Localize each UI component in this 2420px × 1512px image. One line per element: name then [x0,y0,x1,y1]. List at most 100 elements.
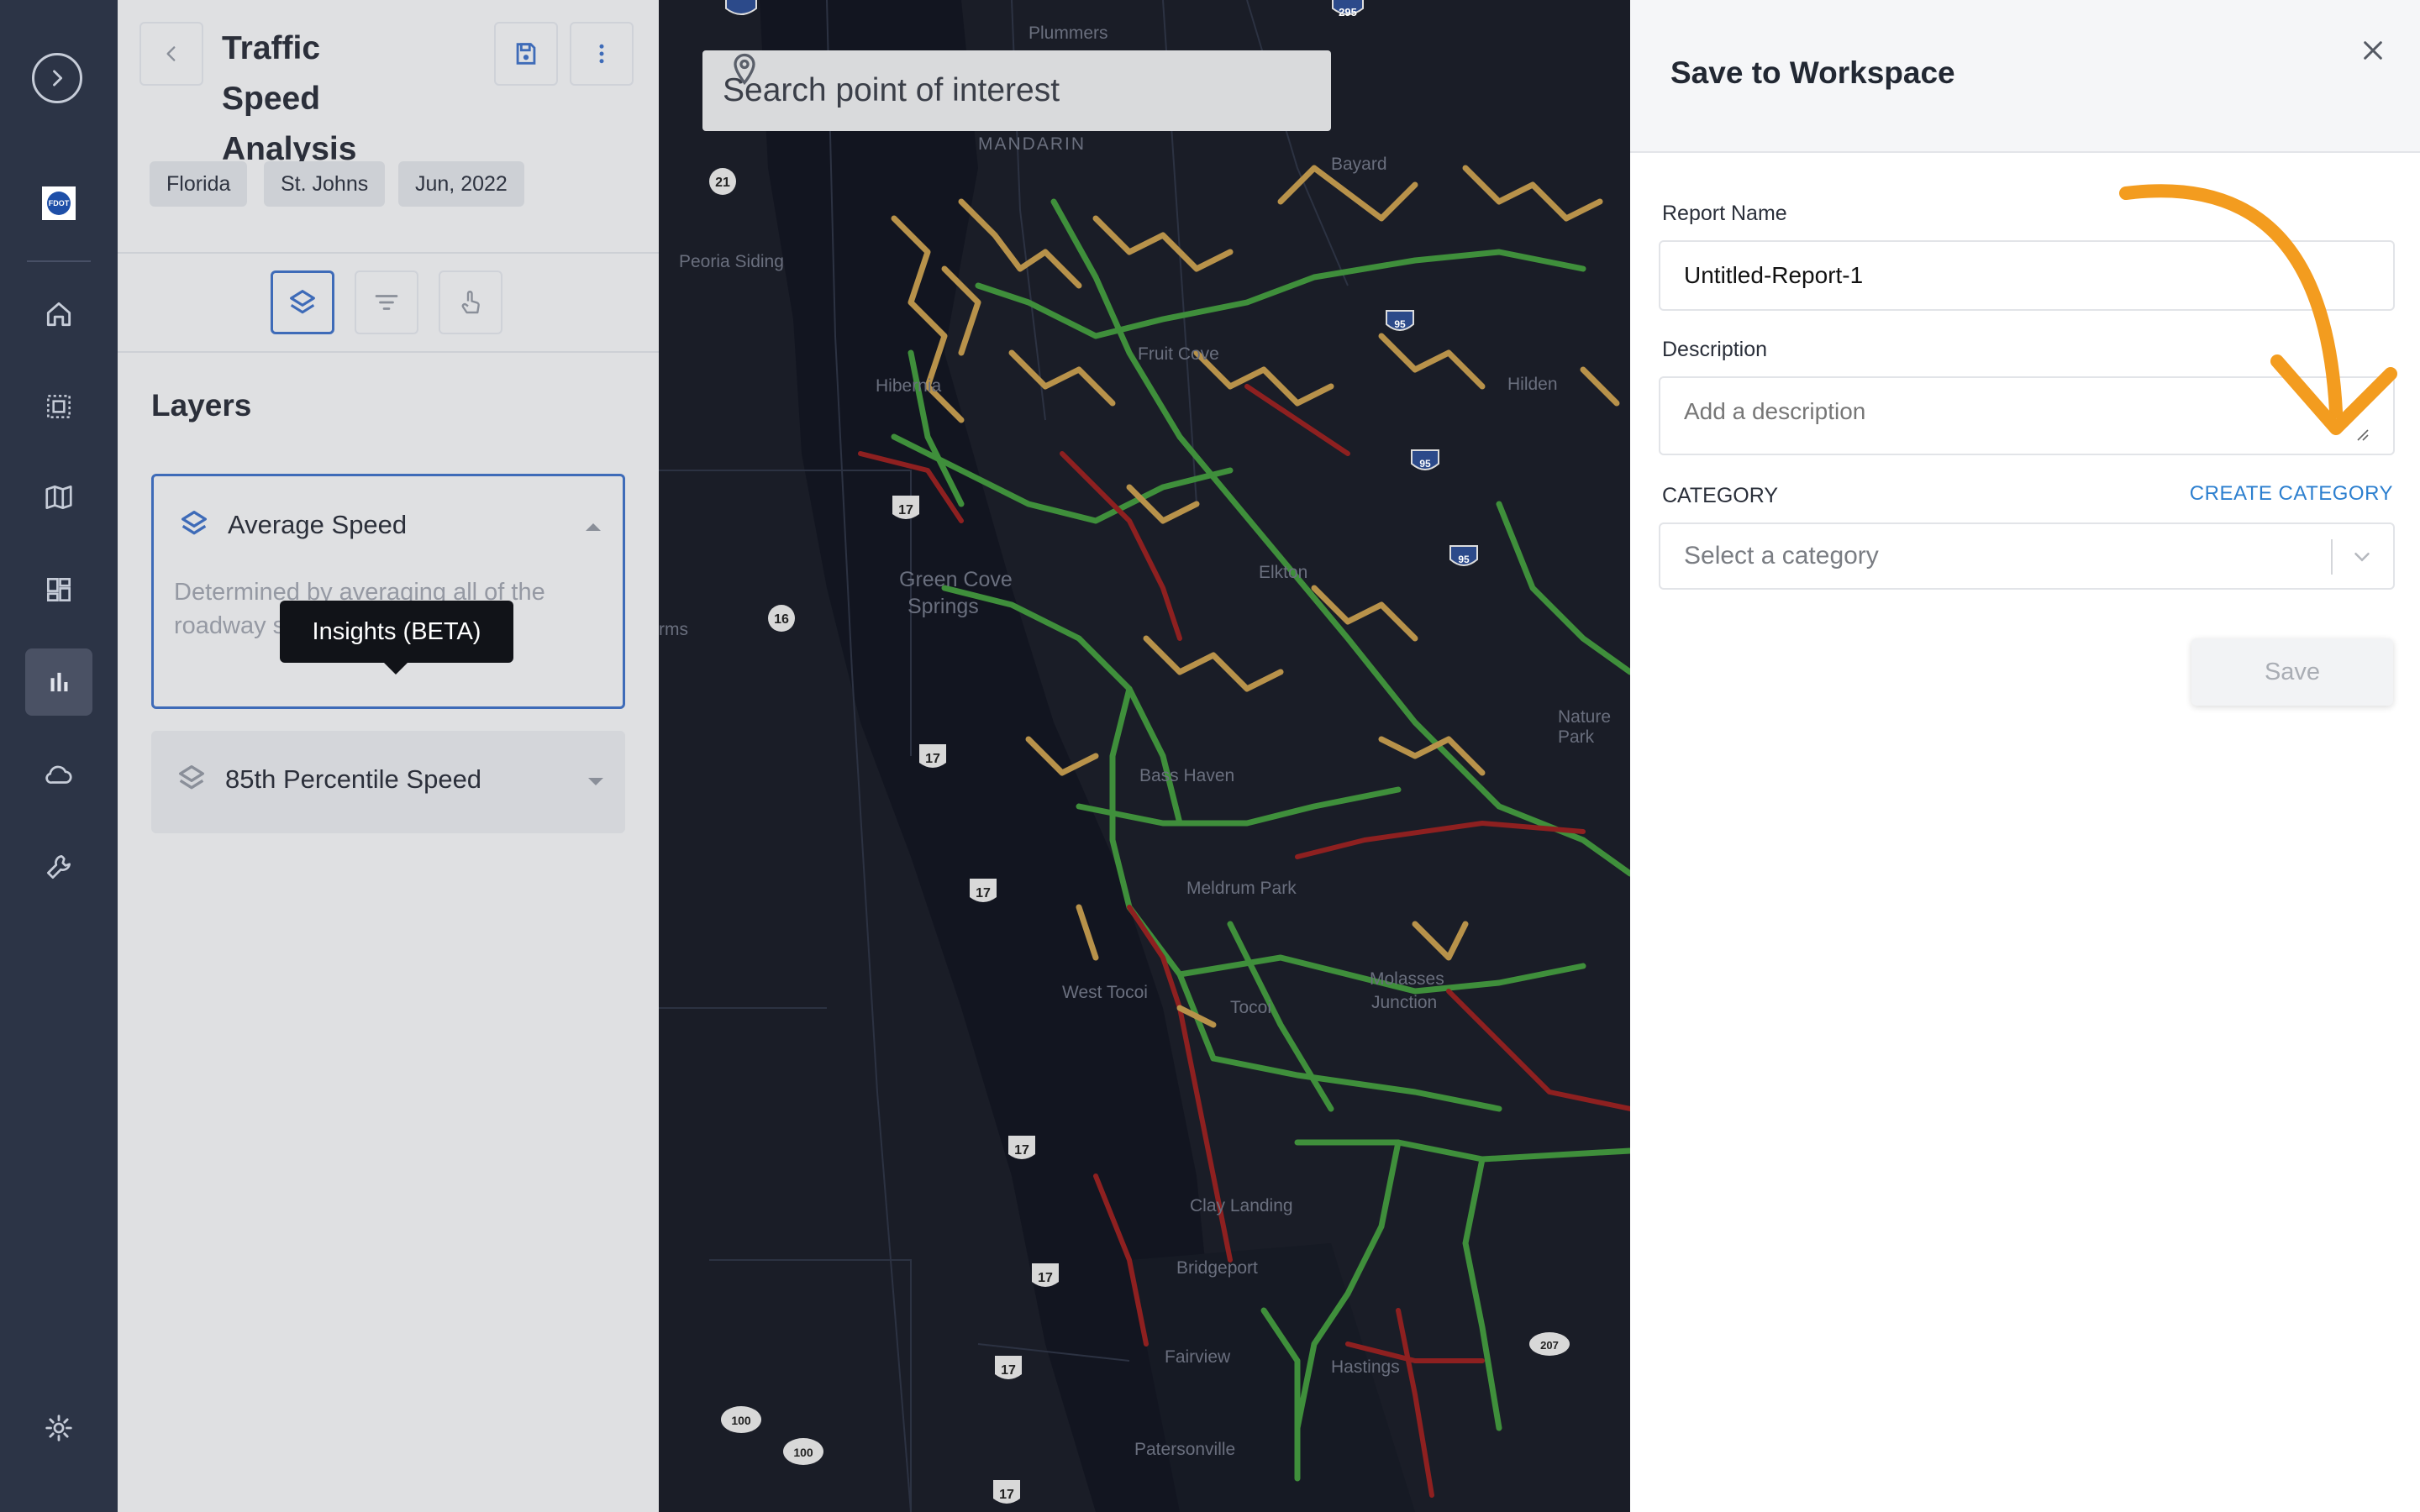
search-input[interactable]: Search point of interest [723,72,1060,109]
shield-label: 17 [1014,1143,1029,1158]
expand-icon[interactable] [32,53,82,103]
route-shield: 100 [783,1438,823,1465]
place-label: Tocoi [1230,998,1272,1017]
caret-up-icon[interactable] [586,523,601,531]
layers-tab[interactable] [271,270,334,334]
layer-name: Average Speed [228,510,408,539]
layer-name: 85th Percentile Speed [225,764,482,794]
panel-header: Traffic Speed Analysis Florida St. Johns… [118,0,659,254]
page-title: Traffic Speed Analysis [222,30,357,167]
layers-heading: Layers [151,388,252,423]
shield-label: 17 [1001,1363,1016,1378]
place-label: rms [659,620,688,639]
kebab-menu-icon [599,44,604,64]
cloud-icon[interactable] [25,741,92,808]
close-button[interactable] [2351,29,2395,72]
place-label: Fruit Cove [1138,344,1219,364]
shield-label: 95 [1419,458,1431,470]
layers-icon [290,290,315,314]
layers-icon [182,511,207,535]
chevron-left-icon [166,46,176,61]
description-label: Description [1662,338,1768,361]
shield-label: 17 [898,503,913,517]
panel-tool-row [118,252,659,353]
create-category-link[interactable]: CREATE CATEGORY [2190,482,2393,506]
place-label: Bridgeport [1176,1258,1258,1278]
place-label: Fairview [1165,1347,1231,1367]
place-label: Patersonville [1134,1440,1236,1459]
shield-label: 100 [793,1446,813,1459]
close-icon [2364,41,2382,60]
filter-chip-state: Florida [150,161,248,207]
logo: FDOT [42,186,76,220]
place-label: Springs [908,595,979,618]
selection-icon[interactable] [25,373,92,440]
route-shield: 17 [1008,1136,1035,1159]
place-label: Bass Haven [1139,766,1235,785]
shield-label: 17 [976,886,991,900]
shield-label: 21 [715,176,730,190]
filter-chip-county: St. Johns [264,161,386,207]
logo-text: FDOT [47,192,71,215]
more-options-button[interactable] [570,22,634,86]
shield-label: 16 [774,612,789,627]
dashboard-icon[interactable] [25,556,92,623]
location-pin-icon [734,53,755,86]
place-label: Meldrum Park [1186,879,1297,898]
filter-icon [375,295,398,310]
category-select[interactable]: Select a category [1659,522,2395,590]
place-label: Hastings [1331,1357,1400,1377]
gear-icon[interactable] [25,1394,92,1462]
shield-label: 17 [999,1488,1014,1502]
chevron-down-icon[interactable] [2349,544,2375,570]
wrench-icon[interactable] [25,833,92,900]
place-label: Nature Park [1558,707,1612,747]
place-label: West Tocoi [1062,983,1148,1002]
category-label: CATEGORY [1662,484,1778,507]
map-canvas[interactable]: 295 21 17 16 17 17 17 17 17 100 100 17 9… [659,0,1630,1512]
interstate-shield [725,0,757,15]
map-graphics: 295 21 17 16 17 17 17 17 17 100 100 17 9… [659,0,1630,1512]
route-shield: 16 [768,605,795,632]
place-label: Plummers [1028,24,1108,43]
place-label: Clay Landing [1190,1196,1293,1215]
place-label: Hilden [1507,375,1558,394]
route-shield: 17 [970,879,997,902]
shield-label: 95 [1458,554,1470,565]
place-label: Junction [1371,993,1438,1012]
annotation-arrow-icon [2119,184,2397,435]
shield-label: 100 [731,1414,751,1427]
back-button[interactable] [139,22,203,86]
map-icon[interactable] [25,464,92,531]
route-shield: 21 [709,168,736,195]
dialog-title: Save to Workspace [1670,55,1955,90]
insights-icon[interactable] [25,648,92,716]
dialog-header: Save to Workspace [1630,0,2420,153]
place-label: Bayard [1331,155,1387,174]
route-shield: 17 [892,496,919,519]
layer-card-85th-percentile[interactable]: 85th Percentile Speed [151,731,625,833]
icon-rail: FDOT [0,0,118,1512]
save-button[interactable]: Save [2191,638,2393,706]
place-label: MANDARIN [978,134,1086,154]
route-shield: 17 [919,744,946,768]
category-placeholder: Select a category [1684,542,1879,570]
shield-label: 295 [1339,6,1357,18]
route-shield: 17 [1032,1263,1059,1287]
place-label: Molasses [1370,969,1444,989]
floppy-disk-icon [516,43,536,65]
place-label: Elkton [1259,563,1308,582]
route-shield: 100 [721,1406,761,1433]
shield-label: 207 [1540,1339,1559,1352]
search-bar[interactable]: Search point of interest [702,50,1331,131]
interstate-shield: 95 [1449,545,1478,566]
shield-label: 17 [1038,1271,1053,1285]
route-shield: 17 [995,1356,1022,1379]
filter-tab[interactable] [355,270,418,334]
save-report-button[interactable] [494,22,558,86]
caret-down-icon[interactable] [588,778,603,785]
place-label: Hibernia [876,376,942,396]
home-icon[interactable] [25,281,92,348]
interact-tab[interactable] [439,270,502,334]
touch-icon [461,291,480,314]
